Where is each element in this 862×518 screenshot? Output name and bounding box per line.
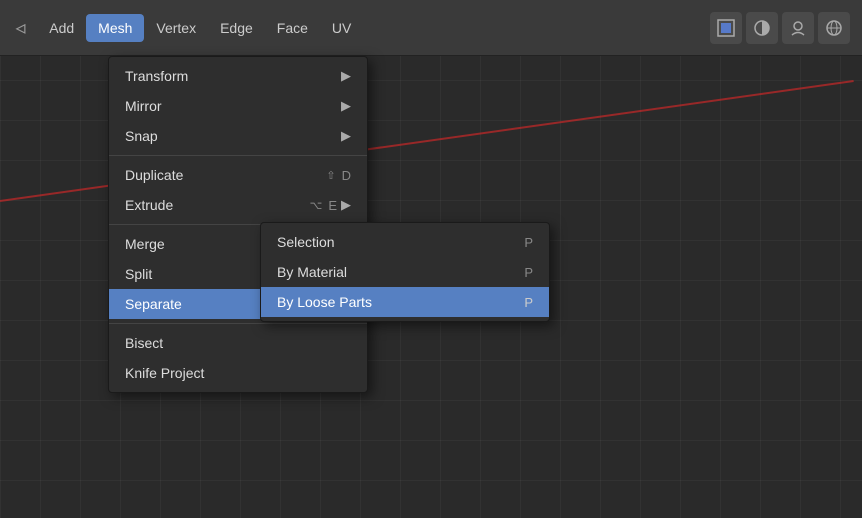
menu-item-bisect[interactable]: Bisect [109,328,367,358]
toolbar-btn-face[interactable]: Face [265,14,320,42]
toolbar-btn-edge[interactable]: Edge [208,14,265,42]
toolbar: ◁ Add Mesh Vertex Edge Face UV [0,0,862,56]
menu-item-transform[interactable]: Transform ▶ [109,61,367,91]
toolbar-btn-vertex[interactable]: Vertex [144,14,208,42]
menu-item-duplicate-label: Duplicate [125,167,302,183]
render-icon[interactable] [782,12,814,44]
globe-icon[interactable] [818,12,850,44]
submenu-menu: Selection P By Material P By Loose Parts… [260,222,550,322]
menu-item-transform-arrow: ▶ [341,68,351,84]
toolbar-btn-t[interactable]: ◁ [4,15,37,41]
menu-item-knife-project-label: Knife Project [125,365,351,381]
submenu-item-selection-shortcut: P [524,235,533,250]
menu-item-mirror-arrow: ▶ [341,98,351,114]
shading-icon[interactable] [746,12,778,44]
menu-item-snap-arrow: ▶ [341,128,351,144]
menu-item-extrude-shortcut: ⌥ E ▶ [310,197,351,213]
submenu-item-selection[interactable]: Selection P [261,227,549,257]
toolbar-btn-uv[interactable]: UV [320,14,363,42]
viewport-icon[interactable] [710,12,742,44]
separate-submenu: Selection P By Material P By Loose Parts… [260,222,550,322]
toolbar-icons [710,12,858,44]
menu-item-bisect-label: Bisect [125,335,351,351]
menu-item-snap[interactable]: Snap ▶ [109,121,367,151]
separator-1 [109,155,367,156]
toolbar-btn-add[interactable]: Add [37,14,86,42]
submenu-item-by-material-shortcut: P [524,265,533,280]
menu-item-extrude[interactable]: Extrude ⌥ E ▶ [109,190,367,220]
menu-item-knife-project[interactable]: Knife Project [109,358,367,388]
menu-item-duplicate-shortcut: ⇧ D [326,168,351,183]
submenu-item-by-material[interactable]: By Material P [261,257,549,287]
menu-item-transform-label: Transform [125,68,341,84]
toolbar-btn-mesh[interactable]: Mesh [86,14,144,42]
separator-3 [109,323,367,324]
submenu-item-by-loose-parts-label: By Loose Parts [277,294,500,310]
submenu-item-by-loose-parts-shortcut: P [524,295,533,310]
submenu-item-by-material-label: By Material [277,264,500,280]
submenu-item-selection-label: Selection [277,234,500,250]
menu-item-mirror[interactable]: Mirror ▶ [109,91,367,121]
menu-item-mirror-label: Mirror [125,98,341,114]
menu-item-duplicate[interactable]: Duplicate ⇧ D [109,160,367,190]
submenu-item-by-loose-parts[interactable]: By Loose Parts P [261,287,549,317]
menu-item-snap-label: Snap [125,128,341,144]
menu-item-extrude-label: Extrude [125,197,286,213]
